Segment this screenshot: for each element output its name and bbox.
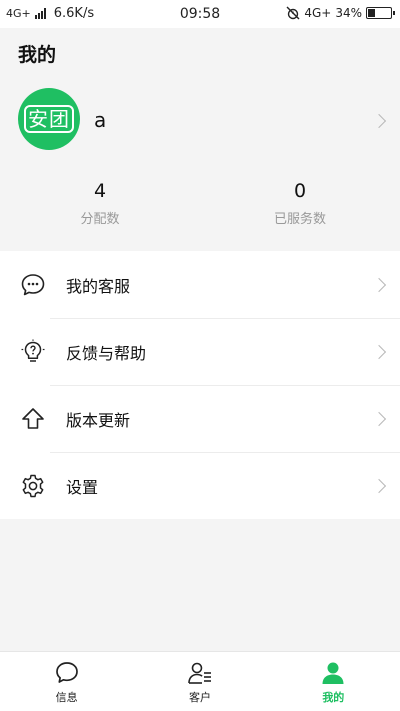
upload-arrow-icon — [22, 408, 44, 429]
chat-bubble-icon — [21, 274, 45, 296]
chevron-right-icon — [371, 344, 387, 360]
menu-item-label: 反馈与帮助 — [66, 343, 147, 363]
chevron-right-icon — [371, 113, 387, 129]
nav-tab-customers[interactable]: 客户 — [133, 652, 266, 711]
menu-item-label: 我的客服 — [66, 276, 131, 296]
network-type-right: 4G+ — [304, 6, 332, 20]
nav-label: 我的 — [322, 691, 345, 704]
stat-served[interactable]: 0 已服务数 — [200, 180, 400, 230]
person-icon — [322, 662, 344, 684]
lightbulb-question-icon — [21, 339, 45, 362]
menu-item-settings[interactable]: 设置 — [0, 452, 400, 519]
menu-item-version-update[interactable]: 版本更新 — [0, 385, 400, 452]
chevron-right-icon — [371, 411, 387, 427]
nav-label: 客户 — [188, 691, 211, 704]
bottom-nav: 信息 客户 我的 — [0, 651, 400, 711]
stat-label: 已服务数 — [273, 212, 326, 227]
nav-tab-messages[interactable]: 信息 — [0, 652, 133, 711]
menu-item-feedback-help[interactable]: 反馈与帮助 — [0, 318, 400, 385]
status-right: 4G+ 34% — [286, 6, 395, 20]
nav-tab-mine[interactable]: 我的 — [267, 652, 400, 711]
chevron-right-icon — [371, 478, 387, 494]
page-title: 我的 — [18, 44, 57, 66]
gear-icon — [22, 474, 44, 498]
profile-row[interactable]: 安团 a — [0, 88, 400, 156]
menu-list: 我的客服 反馈与帮助 版本更新 设置 — [0, 251, 400, 519]
stats-row: 4 分配数 0 已服务数 — [0, 180, 400, 230]
customer-list-icon — [188, 662, 211, 684]
chevron-right-icon — [371, 277, 387, 293]
status-bar: 4G+ 6.6K/s 09:58 4G+ 34% — [0, 0, 400, 28]
stat-assigned[interactable]: 4 分配数 — [0, 180, 200, 230]
profile-name: a — [94, 108, 107, 132]
stat-value: 0 — [293, 180, 307, 202]
stat-label: 分配数 — [80, 212, 120, 227]
menu-item-customer-service[interactable]: 我的客服 — [0, 251, 400, 318]
avatar-text: 安团 — [24, 105, 74, 133]
stat-value: 4 — [93, 180, 107, 202]
alarm-off-icon — [286, 6, 300, 20]
message-icon — [55, 662, 78, 683]
battery-icon — [366, 7, 395, 19]
menu-item-label: 设置 — [66, 477, 99, 497]
menu-item-label: 版本更新 — [66, 410, 131, 430]
avatar: 安团 — [18, 88, 80, 150]
battery-percent: 34% — [335, 6, 362, 20]
battery-level — [368, 9, 376, 17]
nav-label: 信息 — [55, 691, 78, 704]
